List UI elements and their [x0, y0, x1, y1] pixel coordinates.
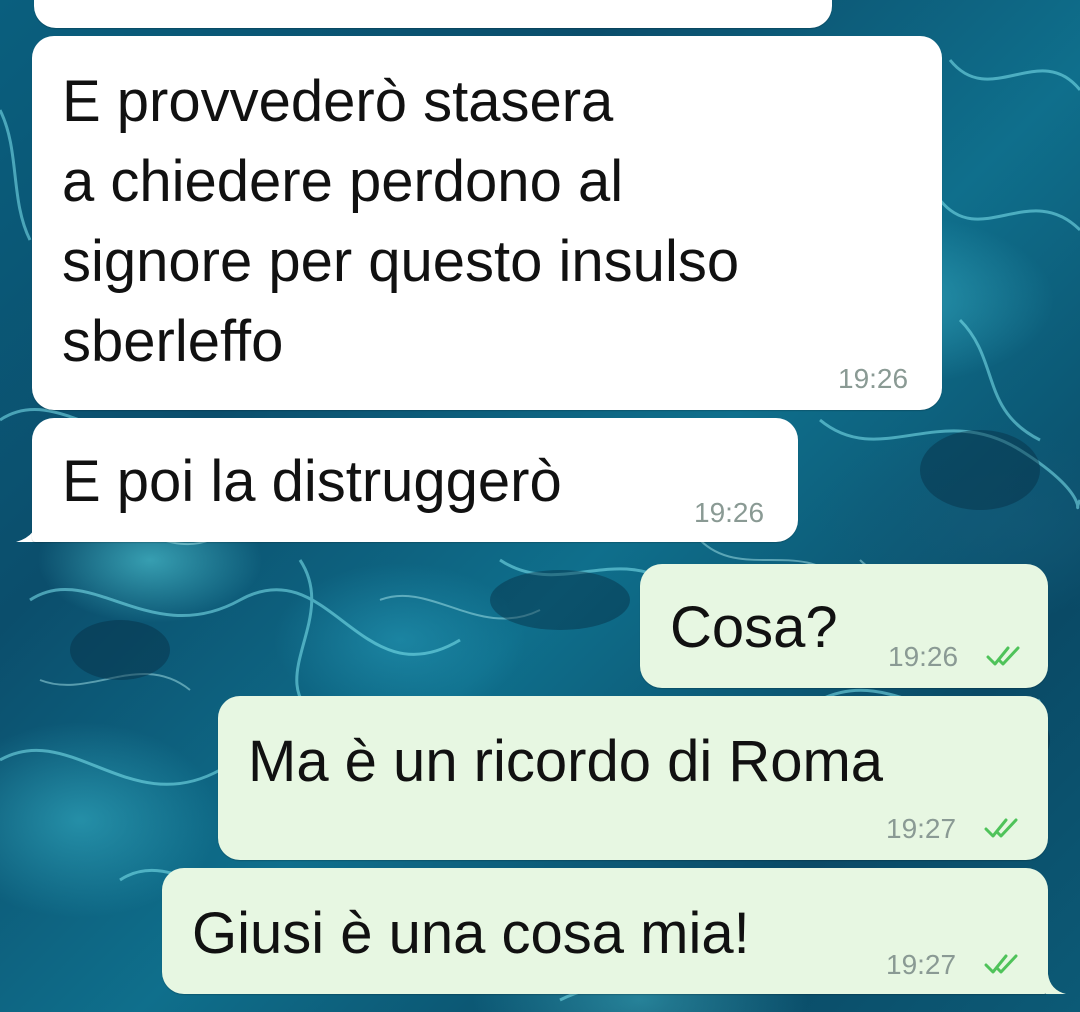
double-check-icon [986, 646, 1020, 666]
message-bubble-cutoff[interactable] [34, 0, 832, 28]
message-bubble-outgoing[interactable]: Cosa? 19:26 [640, 564, 1048, 688]
message-timestamp: 19:26 [694, 497, 765, 528]
message-timestamp: 19:26 [888, 641, 959, 672]
message-bubble-outgoing[interactable]: Giusi è una cosa mia! 19:27 [162, 868, 1048, 994]
message-text: E poi la distruggerò [62, 449, 562, 514]
double-check-icon [984, 818, 1018, 838]
double-check-icon [984, 954, 1018, 974]
message-text: E provvederò stasera a chiedere perdono … [62, 69, 740, 374]
message-bubble-outgoing[interactable]: Ma è un ricordo di Roma 19:27 [218, 696, 1048, 860]
message-text: Cosa? [670, 595, 838, 660]
message-timestamp: 19:27 [886, 949, 957, 980]
message-text: Giusi è una cosa mia! [192, 901, 750, 966]
message-timestamp: 19:27 [886, 813, 957, 844]
message-text: Ma è un ricordo di Roma [248, 729, 884, 794]
message-bubble-incoming[interactable]: E poi la distruggerò 19:26 [32, 418, 798, 542]
message-timestamp: 19:26 [838, 363, 909, 394]
chat-screen: { "chat": { "messages": [ { "direction":… [0, 0, 1080, 1012]
bubble-tail-outgoing [1046, 974, 1066, 994]
message-bubble-incoming[interactable]: E provvederò stasera a chiedere perdono … [32, 36, 942, 410]
